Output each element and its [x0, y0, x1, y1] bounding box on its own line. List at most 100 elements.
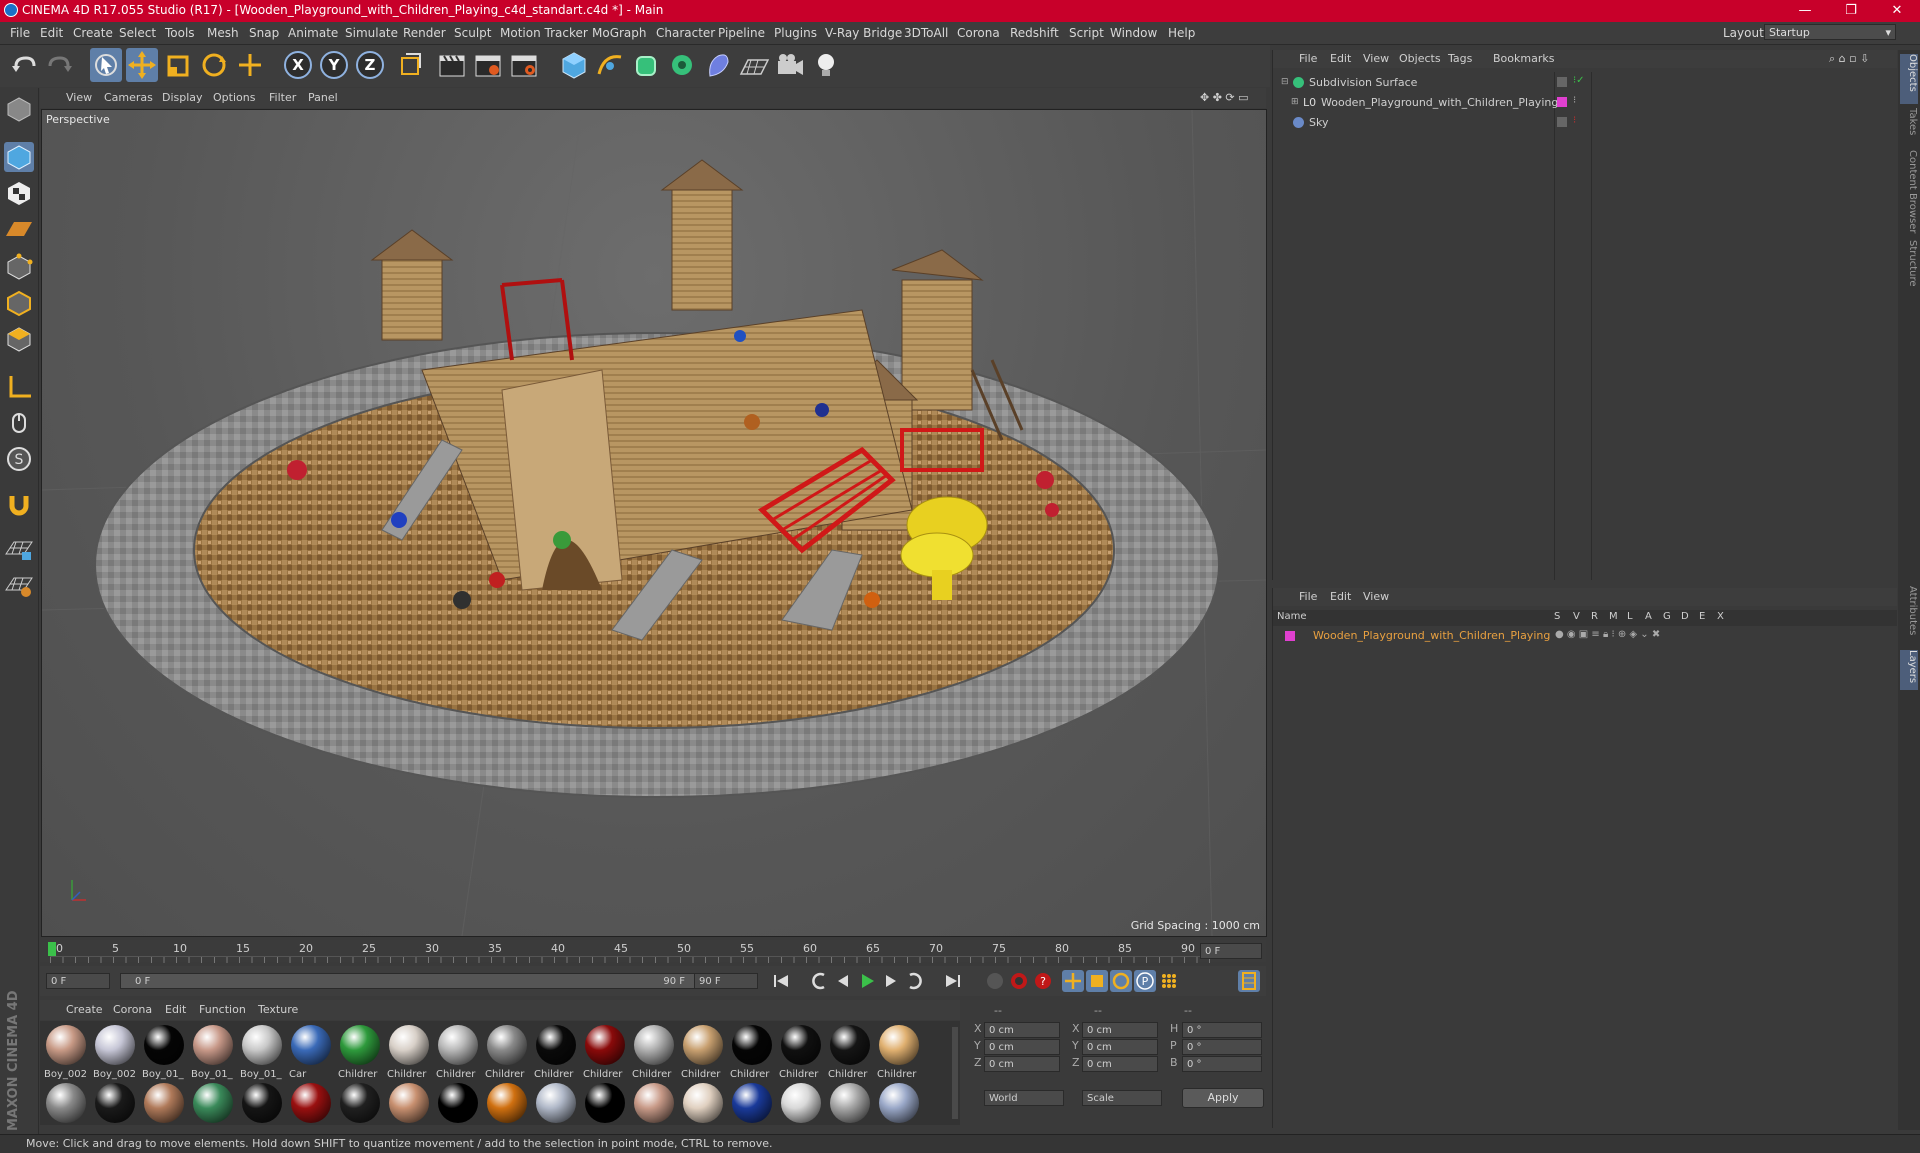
grid-lock-icon[interactable]: [4, 534, 34, 564]
material-swatch[interactable]: Childrer: [828, 1025, 872, 1083]
menu-script[interactable]: Script: [1069, 26, 1104, 40]
x-axis-lock-button[interactable]: X: [284, 51, 312, 79]
collapse-icon[interactable]: ⊟: [1281, 77, 1289, 87]
viewport-menu-view[interactable]: View: [66, 91, 92, 104]
redo-button[interactable]: [44, 48, 76, 82]
menu-plugins[interactable]: Plugins: [774, 26, 817, 40]
tab-content-browser[interactable]: Content Browser: [1900, 150, 1918, 236]
material-swatch[interactable]: [93, 1083, 137, 1141]
rotation-field[interactable]: 0 °: [1182, 1022, 1262, 1038]
material-swatch[interactable]: Childrer: [632, 1025, 676, 1083]
material-swatch[interactable]: Childrer: [730, 1025, 774, 1083]
material-swatch[interactable]: Boy_01_: [240, 1025, 284, 1083]
key-scale-icon[interactable]: [1086, 970, 1108, 992]
om-menu-objects[interactable]: Objects: [1399, 52, 1441, 65]
menu-render[interactable]: Render: [403, 26, 446, 40]
material-swatch[interactable]: [485, 1083, 529, 1141]
viewport-menu-display[interactable]: Display: [162, 91, 203, 104]
om-menu-bookmarks[interactable]: Bookmarks: [1493, 52, 1554, 65]
autokey-icon[interactable]: ?: [1032, 970, 1054, 992]
play-forward-icon[interactable]: [856, 970, 878, 992]
menu-select[interactable]: Select: [119, 26, 156, 40]
model-mode-icon[interactable]: [4, 142, 34, 172]
material-menu-create[interactable]: Create: [66, 1003, 103, 1016]
material-swatch[interactable]: [877, 1083, 921, 1141]
current-frame-field[interactable]: 0 F: [1200, 943, 1262, 959]
edges-mode-icon[interactable]: [4, 288, 34, 318]
material-swatch[interactable]: Boy_002: [93, 1025, 137, 1083]
transform-tool-icon[interactable]: [234, 48, 266, 82]
live-selection-icon[interactable]: [90, 48, 122, 82]
timeline-ruler[interactable]: 0 5 10 15 20 25 30 35 40 45 50 55 60 65 …: [40, 940, 1266, 963]
om-search-icon[interactable]: ⌕ ⌂ ▫ ⇩: [1829, 52, 1869, 66]
tab-objects[interactable]: Objects: [1900, 54, 1918, 104]
go-to-end-icon[interactable]: [942, 970, 964, 992]
rotation-field[interactable]: 0 °: [1182, 1039, 1262, 1055]
record-keys-icon[interactable]: [1008, 970, 1030, 992]
material-swatch[interactable]: Childrer: [877, 1025, 921, 1083]
position-field[interactable]: 0 cm: [984, 1022, 1060, 1038]
go-to-start-icon[interactable]: [770, 970, 792, 992]
visibility-dots-icon[interactable]: ⁝: [1573, 115, 1576, 126]
tab-layers[interactable]: Layers: [1900, 650, 1918, 690]
grid-snap-icon[interactable]: [4, 570, 34, 600]
material-swatch[interactable]: [730, 1083, 774, 1141]
om-menu-view[interactable]: View: [1363, 52, 1389, 65]
menu-snap[interactable]: Snap: [249, 26, 279, 40]
key-parameter-icon[interactable]: P: [1134, 970, 1156, 992]
end-frame-field[interactable]: 90 F: [694, 973, 758, 989]
texture-mode-icon[interactable]: [4, 178, 34, 208]
material-swatch[interactable]: [632, 1083, 676, 1141]
material-swatch[interactable]: [289, 1083, 333, 1141]
visibility-dots-icon[interactable]: ⁝: [1573, 95, 1576, 106]
workplane-icon[interactable]: [4, 214, 34, 244]
material-swatch[interactable]: [240, 1083, 284, 1141]
layer-tag-icon[interactable]: [1557, 117, 1567, 127]
menu-animate[interactable]: Animate: [288, 26, 338, 40]
material-swatch[interactable]: Boy_002: [44, 1025, 88, 1083]
material-swatch[interactable]: [681, 1083, 725, 1141]
make-editable-icon[interactable]: [4, 94, 34, 124]
subdivision-surface-icon[interactable]: [630, 48, 662, 82]
material-swatch[interactable]: Boy_01_: [142, 1025, 186, 1083]
material-menu-texture[interactable]: Texture: [258, 1003, 298, 1016]
z-axis-lock-button[interactable]: Z: [356, 51, 384, 79]
keyframe-selection-icon[interactable]: [984, 970, 1006, 992]
material-swatch[interactable]: [387, 1083, 431, 1141]
menu-pipeline[interactable]: Pipeline: [718, 26, 765, 40]
material-swatch[interactable]: [828, 1083, 872, 1141]
size-field[interactable]: 0 cm: [1082, 1056, 1158, 1072]
rotation-field[interactable]: 0 °: [1182, 1056, 1262, 1072]
om-menu-file[interactable]: File: [1299, 52, 1317, 65]
layer-name[interactable]: Wooden_Playground_with_Children_Playing: [1313, 629, 1550, 642]
material-swatch[interactable]: Childrer: [779, 1025, 823, 1083]
menu-mesh[interactable]: Mesh: [207, 26, 239, 40]
key-rotation-icon[interactable]: [1110, 970, 1132, 992]
menu-tools[interactable]: Tools: [165, 26, 195, 40]
menu-3dtoall[interactable]: 3DToAll: [904, 26, 948, 40]
close-button[interactable]: ✕: [1874, 0, 1920, 22]
perspective-viewport[interactable]: Perspective Grid Spacing: 1000 cm: [41, 109, 1267, 937]
position-field[interactable]: 0 cm: [984, 1039, 1060, 1055]
lm-menu-edit[interactable]: Edit: [1330, 590, 1351, 603]
size-field[interactable]: 0 cm: [1082, 1022, 1158, 1038]
deformer-icon[interactable]: [702, 48, 734, 82]
menu-sculpt[interactable]: Sculpt: [454, 26, 491, 40]
render-view-icon[interactable]: [436, 48, 468, 82]
material-swatch[interactable]: [583, 1083, 627, 1141]
cube-primitive-icon[interactable]: [558, 48, 590, 82]
spline-pen-icon[interactable]: [594, 48, 626, 82]
om-menu-tags[interactable]: Tags: [1448, 52, 1472, 65]
material-swatch[interactable]: Childrer: [485, 1025, 529, 1083]
layer-tag-icon[interactable]: [1557, 77, 1567, 87]
material-swatch[interactable]: [338, 1083, 382, 1141]
menu-file[interactable]: File: [10, 26, 30, 40]
material-swatch[interactable]: [534, 1083, 578, 1141]
next-keyframe-icon[interactable]: [904, 970, 926, 992]
menu-character[interactable]: Character: [656, 26, 715, 40]
material-menu-function[interactable]: Function: [199, 1003, 246, 1016]
material-swatch[interactable]: Childrer: [534, 1025, 578, 1083]
next-frame-icon[interactable]: [880, 970, 902, 992]
tab-attributes[interactable]: Attributes: [1900, 586, 1918, 646]
minimize-button[interactable]: —: [1782, 0, 1828, 22]
